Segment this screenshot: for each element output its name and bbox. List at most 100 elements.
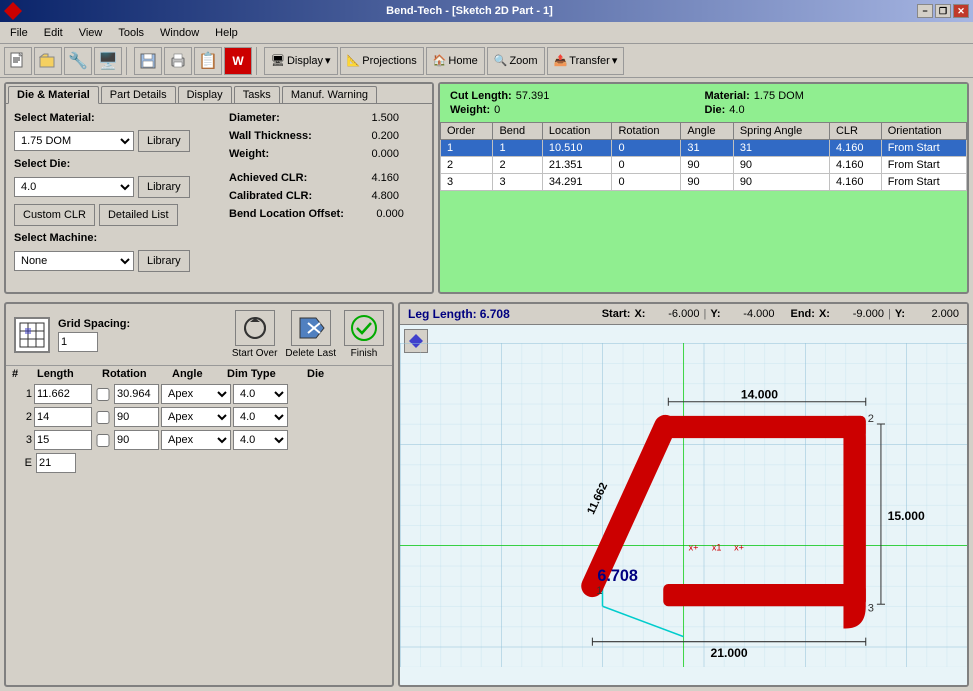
- select-material-label: Select Material:: [14, 112, 124, 124]
- toolbar-zoom-dropdown[interactable]: 🔍 Zoom: [487, 47, 545, 75]
- part-row-1: 1 Apex 4.0: [10, 384, 388, 404]
- menu-window[interactable]: Window: [152, 25, 207, 41]
- grid-spacing-input[interactable]: [58, 332, 98, 352]
- die-select[interactable]: 4.0: [14, 177, 134, 197]
- col-bend: Bend: [493, 123, 542, 140]
- cut-info-panel: Cut Length: 57.391 Material: 1.75 DOM We…: [438, 82, 969, 294]
- pr-length-2[interactable]: [34, 407, 92, 427]
- toolbar-btn6[interactable]: 📋: [194, 47, 222, 75]
- pr-angle-2[interactable]: [114, 407, 159, 427]
- die-library-button[interactable]: Library: [138, 176, 190, 198]
- coord-info: Start: X: -6.000 | Y: -4.000 End: X: -9.…: [602, 308, 959, 320]
- pr-end-label: E: [10, 457, 32, 469]
- wall-thickness-row: Wall Thickness: 0.200: [229, 130, 424, 142]
- bend-offset-row: Bend Location Offset: 0.000: [229, 208, 424, 220]
- menu-view[interactable]: View: [71, 25, 111, 41]
- delete-last-icon: [291, 310, 331, 346]
- toolbar-home-dropdown[interactable]: 🏠 Home: [426, 47, 485, 75]
- select-machine-label: Select Machine:: [14, 232, 124, 244]
- tab-display[interactable]: Display: [178, 86, 232, 103]
- finish-control[interactable]: Finish: [344, 310, 384, 359]
- ph-rotation: Rotation: [102, 368, 172, 380]
- restore-button[interactable]: ❐: [935, 4, 951, 18]
- machine-select[interactable]: None: [14, 251, 134, 271]
- col-clr: CLR: [829, 123, 881, 140]
- col-location: Location: [542, 123, 612, 140]
- pr-die-2[interactable]: 4.0: [233, 407, 288, 427]
- title-bar: Bend-Tech - [Sketch 2D Part - 1] − ❐ ✕: [0, 0, 973, 22]
- svg-text:x+: x+: [689, 543, 699, 553]
- tab-die-material[interactable]: Die & Material: [8, 86, 99, 104]
- panel-two-col: Select Material: 1.75 DOM Library Select…: [14, 112, 424, 278]
- toolbar-transfer-dropdown[interactable]: 📤 Transfer ▾: [547, 47, 625, 75]
- pr-dimtype-3[interactable]: Apex: [161, 430, 231, 450]
- tab-part-details[interactable]: Part Details: [101, 86, 176, 103]
- start-over-control[interactable]: Start Over: [232, 310, 278, 359]
- panel-content: Select Material: 1.75 DOM Library Select…: [6, 103, 432, 286]
- pr-rotation-1[interactable]: [94, 388, 112, 401]
- detailed-list-button[interactable]: Detailed List: [99, 204, 178, 226]
- bottom-area: Grid Spacing: Start O: [0, 298, 973, 691]
- leg-length-value: 6.708: [480, 307, 510, 321]
- svg-text:x+: x+: [734, 543, 744, 553]
- menu-file[interactable]: File: [2, 25, 36, 41]
- toolbar-btn7[interactable]: W: [224, 47, 252, 75]
- die-material-panel: Die & Material Part Details Display Task…: [4, 82, 434, 294]
- pr-end-value[interactable]: [36, 453, 76, 473]
- toolbar-projections-dropdown[interactable]: 📐 Projections: [340, 47, 424, 75]
- pr-rotation-3[interactable]: [94, 434, 112, 447]
- cut-length-item: Cut Length: 57.391: [450, 90, 703, 102]
- pr-length-3[interactable]: [34, 430, 92, 450]
- table-row[interactable]: 1110.510031314.160From Start: [441, 140, 967, 157]
- toolbar-display-dropdown[interactable]: 🖥 Display ▾: [264, 47, 338, 75]
- toolbar-icon4[interactable]: 🖥️: [94, 47, 122, 75]
- grid-spacing-control: Grid Spacing:: [58, 318, 130, 352]
- material-library-button[interactable]: Library: [138, 130, 190, 152]
- select-machine-row: Select Machine:: [14, 232, 209, 244]
- start-x-label: X:: [634, 308, 645, 320]
- pr-angle-3[interactable]: [114, 430, 159, 450]
- pr-length-1[interactable]: [34, 384, 92, 404]
- toolbar-save-button[interactable]: [134, 47, 162, 75]
- toolbar-print-button[interactable]: [164, 47, 192, 75]
- cut-die-label: Die:: [705, 104, 726, 116]
- ph-length: Length: [37, 368, 102, 380]
- wall-thickness-value: 0.200: [339, 130, 399, 142]
- menu-help[interactable]: Help: [207, 25, 246, 41]
- tab-manuf-warning[interactable]: Manuf. Warning: [282, 86, 377, 103]
- minimize-button[interactable]: −: [917, 4, 933, 18]
- table-row[interactable]: 3334.291090904.160From Start: [441, 174, 967, 191]
- pr-num-3: 3: [10, 434, 32, 446]
- delete-last-control[interactable]: Delete Last: [285, 310, 336, 359]
- custom-clr-button[interactable]: Custom CLR: [14, 204, 95, 226]
- material-select-row: 1.75 DOM Library: [14, 130, 209, 152]
- weight-label: Weight:: [229, 148, 339, 160]
- pr-angle-1[interactable]: [114, 384, 159, 404]
- app-logo: [4, 2, 22, 20]
- pr-dimtype-2[interactable]: Apex: [161, 407, 231, 427]
- toolbar-icon3[interactable]: 🔧: [64, 47, 92, 75]
- menu-tools[interactable]: Tools: [110, 25, 152, 41]
- material-select[interactable]: 1.75 DOM: [14, 131, 134, 151]
- pr-die-1[interactable]: 4.0: [233, 384, 288, 404]
- close-button[interactable]: ✕: [953, 4, 969, 18]
- machine-library-button[interactable]: Library: [138, 250, 190, 272]
- toolbar-new-button[interactable]: [4, 47, 32, 75]
- col-rotation: Rotation: [612, 123, 681, 140]
- tab-tasks[interactable]: Tasks: [234, 86, 280, 103]
- table-row[interactable]: 2221.351090904.160From Start: [441, 157, 967, 174]
- toolbar-open-button[interactable]: [34, 47, 62, 75]
- svg-text:1: 1: [596, 585, 602, 597]
- canvas-area: Leg Length: 6.708 Start: X: -6.000 | Y: …: [398, 302, 969, 687]
- pr-dimtype-1[interactable]: Apex: [161, 384, 231, 404]
- end-sep: |: [888, 308, 891, 320]
- ph-dimtype: Dim Type: [227, 368, 307, 380]
- cut-die-value: 4.0: [729, 104, 744, 116]
- menu-edit[interactable]: Edit: [36, 25, 71, 41]
- canvas-drawing[interactable]: 14.000 15.000 21.000 11.662: [400, 325, 967, 685]
- calibrated-clr-value: 4.800: [339, 190, 399, 202]
- material-item: Material: 1.75 DOM: [705, 90, 958, 102]
- pr-rotation-2[interactable]: [94, 411, 112, 424]
- pr-die-3[interactable]: 4.0: [233, 430, 288, 450]
- bend-offset-label: Bend Location Offset:: [229, 208, 344, 220]
